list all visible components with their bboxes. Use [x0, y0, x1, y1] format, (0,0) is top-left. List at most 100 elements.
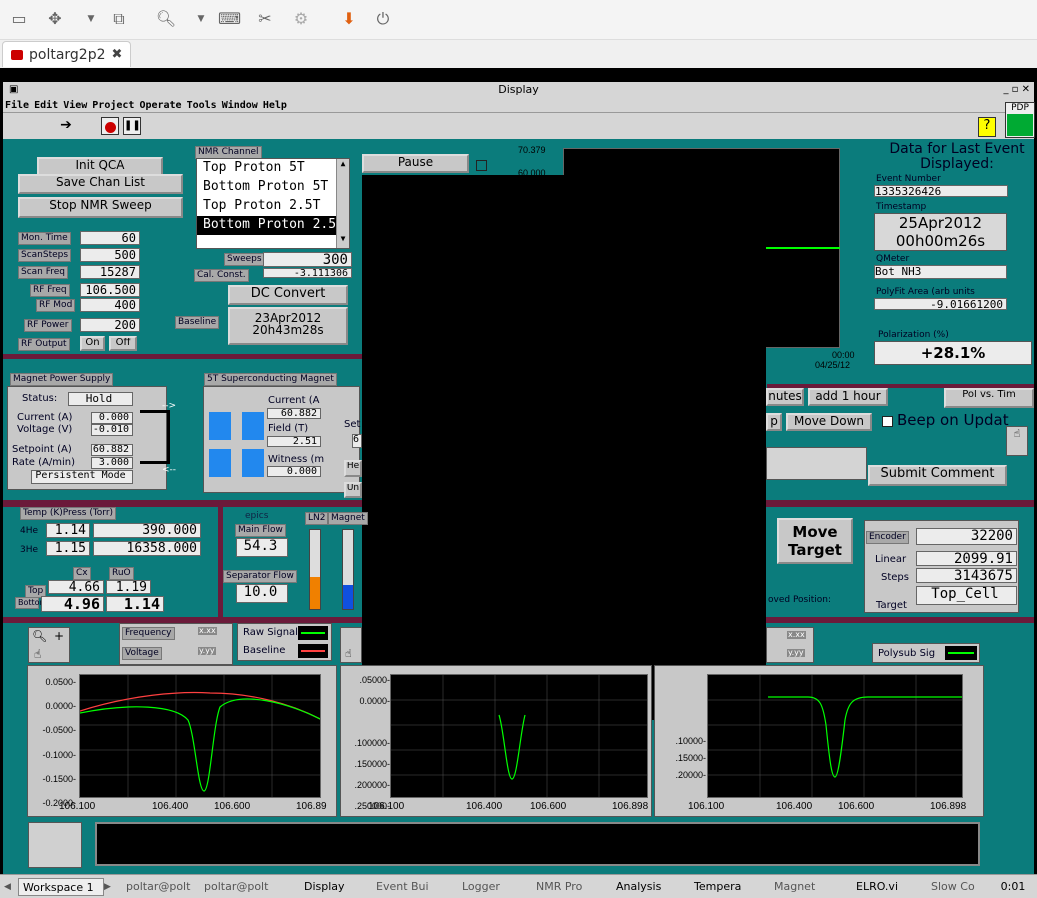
- zoom-icon[interactable]: 🔍︎: [32, 629, 47, 643]
- occluding-window: [362, 175, 766, 720]
- list-item[interactable]: Top Proton 2.5T: [197, 197, 349, 216]
- pause-checkbox[interactable]: [476, 160, 487, 171]
- cal-const-field[interactable]: -3.111306: [263, 268, 352, 278]
- hand-icon[interactable]: ☝: [1006, 426, 1028, 456]
- hand-icon[interactable]: ☝: [34, 647, 41, 661]
- submit-comment-button[interactable]: Submit Comment: [868, 465, 1007, 486]
- keyboard-icon[interactable]: ⌨: [218, 9, 241, 29]
- y-format-label[interactable]: y.yy: [787, 649, 805, 657]
- list-item[interactable]: Top Proton 5T: [197, 159, 349, 178]
- menu-edit[interactable]: Edit: [34, 100, 58, 111]
- mps-rate-field[interactable]: 3.000: [91, 457, 133, 469]
- menu-project[interactable]: Project: [92, 100, 134, 111]
- close-icon[interactable]: ✖: [112, 43, 123, 67]
- copy-icon[interactable]: ⧉: [108, 9, 130, 29]
- pause-icon[interactable]: ❚❚: [123, 117, 141, 135]
- tab-poltarg2p2[interactable]: poltarg2p2 ✖: [2, 41, 132, 67]
- rf-off-button[interactable]: Off: [109, 336, 137, 351]
- menu-window[interactable]: Window: [222, 100, 258, 111]
- plug-icon[interactable]: ⏻: [372, 9, 394, 29]
- mps-setpoint-field[interactable]: 60.882: [91, 444, 133, 456]
- taskbar-item[interactable]: Analysis: [612, 878, 670, 896]
- move-up-button[interactable]: p: [766, 413, 782, 431]
- window-icon[interactable]: ▭: [8, 9, 30, 29]
- rf-mod-field[interactable]: 400: [80, 298, 140, 312]
- scan-steps-field[interactable]: 500: [80, 248, 140, 262]
- stop-icon[interactable]: [101, 117, 119, 135]
- taskbar-item[interactable]: Slow Co: [927, 878, 983, 896]
- list-item[interactable]: Bottom Proton 5T: [197, 178, 349, 197]
- rf-freq-field[interactable]: 106.500: [80, 283, 140, 297]
- sweeps-field[interactable]: 300: [263, 252, 352, 267]
- window-controls[interactable]: _ ▫ ✕: [1003, 82, 1030, 98]
- baseline-timestamp-button[interactable]: 23Apr2012 20h43m28s: [228, 307, 348, 345]
- bottom-ruo-field: 1.14: [106, 596, 164, 612]
- sc-set-field[interactable]: 6: [352, 434, 362, 448]
- he4-press-field: 390.000: [93, 523, 201, 538]
- menu-view[interactable]: View: [63, 100, 87, 111]
- y-tick-label: .05000-: [359, 675, 390, 685]
- taskbar-item[interactable]: Tempera: [690, 878, 748, 896]
- menu-file[interactable]: File: [5, 100, 29, 111]
- taskbar-item[interactable]: poltar@polt: [200, 878, 274, 896]
- heat-button[interactable]: He: [344, 460, 362, 477]
- taskbar-item[interactable]: Magnet: [770, 878, 822, 896]
- save-chan-list-button[interactable]: Save Chan List: [18, 174, 183, 194]
- linear-field: 2099.91: [916, 551, 1017, 566]
- y-tick-label: .10000-: [675, 736, 706, 746]
- timestamp-time: 00h00m26s: [895, 232, 986, 250]
- zoom-icon[interactable]: 🔍︎: [155, 9, 177, 29]
- stop-nmr-sweep-button[interactable]: Stop NMR Sweep: [18, 197, 183, 218]
- rf-power-field[interactable]: 200: [80, 318, 140, 332]
- menu-help[interactable]: Help: [263, 100, 287, 111]
- gear-icon[interactable]: ⚙: [290, 9, 312, 29]
- un-button[interactable]: Un: [344, 482, 362, 498]
- steps-field: 3143675: [916, 568, 1017, 583]
- scrollbar[interactable]: ▲ ▼: [336, 159, 349, 248]
- taskbar-item[interactable]: poltar@polt: [122, 878, 196, 896]
- workspace-switcher[interactable]: Workspace 1: [18, 878, 104, 896]
- next-workspace-icon[interactable]: ▶: [104, 878, 118, 896]
- fullscreen-icon[interactable]: ✥: [44, 9, 66, 29]
- move-target-button[interactable]: Move Target: [777, 518, 853, 564]
- help-icon[interactable]: ?: [978, 117, 996, 137]
- taskbar-item[interactable]: NMR Pro: [532, 878, 590, 896]
- chevron-down-icon[interactable]: ▼: [80, 9, 102, 29]
- add-hour-button[interactable]: add 1 hour: [808, 388, 888, 406]
- beep-label: Beep on Updat: [897, 411, 1009, 429]
- mon-time-field[interactable]: 60: [80, 231, 140, 245]
- rf-on-button[interactable]: On: [80, 336, 105, 351]
- dc-convert-button[interactable]: DC Convert: [228, 285, 348, 305]
- graph-palette[interactable]: ☝: [340, 627, 362, 663]
- taskbar-item-active[interactable]: Display: [300, 878, 352, 896]
- hand-icon[interactable]: ☝: [345, 647, 352, 660]
- download-icon[interactable]: ⬇: [338, 9, 360, 29]
- scan-freq-field[interactable]: 15287: [80, 265, 140, 279]
- chevron-down-icon[interactable]: ▼: [190, 9, 212, 29]
- prev-workspace-icon[interactable]: ◀: [4, 878, 18, 896]
- run-arrow-icon[interactable]: ➔: [55, 117, 77, 135]
- window-title: Display: [498, 83, 539, 96]
- graph-palette[interactable]: 🔍︎ + ☝: [28, 627, 70, 663]
- taskbar-item[interactable]: ELRO.vi: [852, 878, 904, 896]
- minutes-button[interactable]: nutes: [766, 388, 804, 406]
- tools-icon[interactable]: ✂: [254, 9, 276, 29]
- window-menu-icon[interactable]: ▣: [9, 82, 18, 98]
- menu-tools[interactable]: Tools: [187, 100, 217, 111]
- list-item-selected[interactable]: Bottom Proton 2.5T: [197, 216, 349, 235]
- crosshair-icon[interactable]: +: [54, 629, 64, 643]
- baseline-legend: Baseline: [243, 645, 286, 656]
- scale-legend: Frequency x.xx Voltage y.yy: [119, 623, 233, 665]
- taskbar-item[interactable]: Event Bui: [372, 878, 434, 896]
- pol-vs-time-button[interactable]: Pol vs. Tim: [944, 388, 1034, 408]
- move-down-button[interactable]: Move Down: [786, 413, 872, 431]
- comment-input[interactable]: [766, 447, 867, 480]
- taskbar-item[interactable]: Logger: [458, 878, 510, 896]
- nmr-channel-list[interactable]: Top Proton 5T Bottom Proton 5T Top Proto…: [196, 158, 350, 249]
- pause-button[interactable]: Pause: [362, 154, 469, 173]
- y-format-label[interactable]: y.yy: [198, 647, 216, 655]
- x-format-label[interactable]: x.xx: [787, 631, 806, 639]
- x-format-label[interactable]: x.xx: [198, 627, 217, 635]
- menu-operate[interactable]: Operate: [139, 100, 181, 111]
- beep-checkbox[interactable]: [882, 416, 893, 427]
